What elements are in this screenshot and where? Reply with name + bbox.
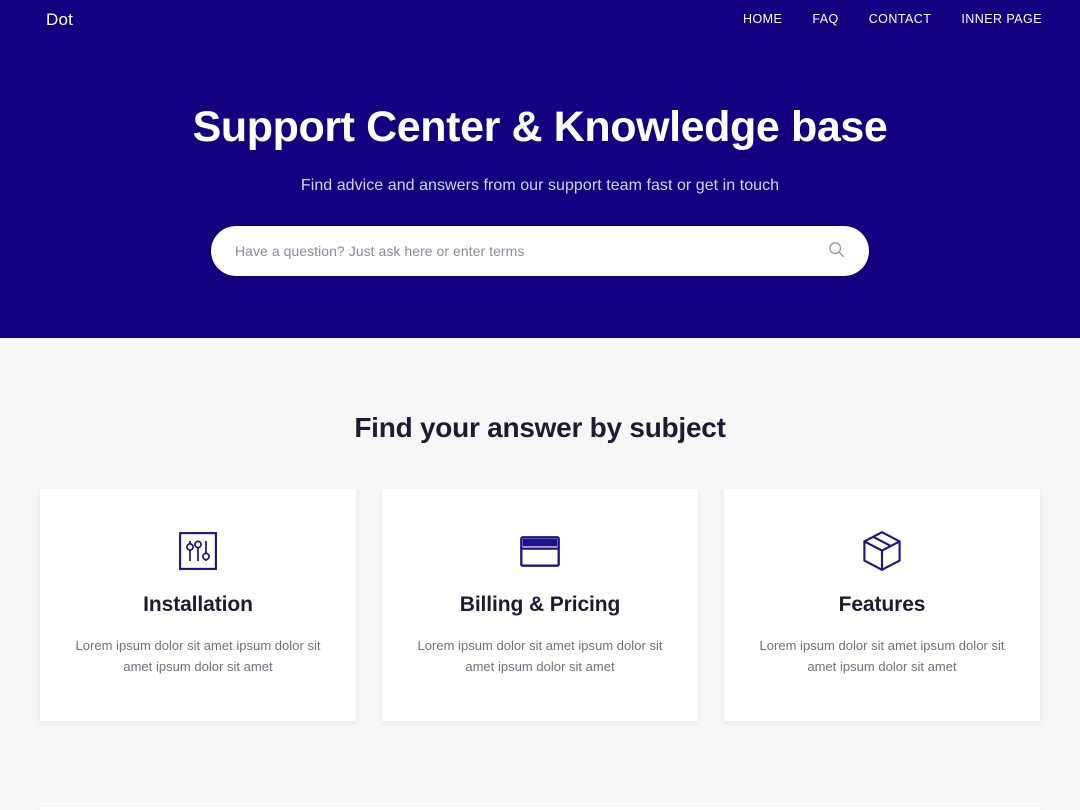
card-title: Features [838, 593, 926, 616]
nav-item-inner-page[interactable]: INNER PAGE [961, 10, 1042, 28]
hero-content: Support Center & Knowledge base Find adv… [0, 38, 1080, 277]
subject-card-list: Installation Lorem ipsum dolor sit amet … [40, 489, 1040, 721]
card-description: Lorem ipsum dolor sit amet ipsum dolor s… [417, 638, 663, 675]
nav-link-contact[interactable]: CONTACT [869, 12, 932, 26]
brand-logo[interactable]: Dot [46, 11, 73, 28]
hero-subtitle: Find advice and answers from our support… [300, 177, 780, 195]
hero-section: Dot HOME FAQ CONTACT INNER PAGE Support … [0, 0, 1080, 338]
card-description: Lorem ipsum dolor sit amet ipsum dolor s… [759, 638, 1005, 675]
main-navigation: Dot HOME FAQ CONTACT INNER PAGE [0, 0, 1080, 38]
nav-link-inner-page[interactable]: INNER PAGE [961, 12, 1042, 26]
nav-item-contact[interactable]: CONTACT [869, 10, 932, 28]
nav-link-faq[interactable]: FAQ [812, 12, 838, 26]
subject-card-features[interactable]: Features Lorem ipsum dolor sit amet ipsu… [724, 489, 1040, 721]
search-icon [828, 241, 845, 261]
section-heading: Find your answer by subject [354, 412, 726, 443]
card-description: Lorem ipsum dolor sit amet ipsum dolor s… [75, 638, 321, 675]
subject-card-billing-pricing[interactable]: Billing & Pricing Lorem ipsum dolor sit … [382, 489, 698, 721]
card-title: Installation [143, 593, 253, 616]
card-title: Billing & Pricing [459, 593, 621, 616]
search-button[interactable] [825, 240, 847, 262]
page-title: Support Center & Knowledge base [192, 103, 888, 151]
subjects-section: Find your answer by subject Installation… [0, 338, 1080, 810]
credit-card-icon [412, 529, 668, 573]
nav-item-home[interactable]: HOME [743, 10, 782, 28]
package-box-icon [754, 529, 1010, 573]
search-input[interactable] [235, 243, 825, 260]
sliders-icon [70, 529, 326, 573]
nav-links: HOME FAQ CONTACT INNER PAGE [743, 10, 1042, 28]
subject-card-installation[interactable]: Installation Lorem ipsum dolor sit amet … [40, 489, 356, 721]
nav-link-home[interactable]: HOME [743, 12, 782, 26]
search-bar[interactable] [211, 226, 869, 277]
nav-item-faq[interactable]: FAQ [812, 10, 838, 28]
